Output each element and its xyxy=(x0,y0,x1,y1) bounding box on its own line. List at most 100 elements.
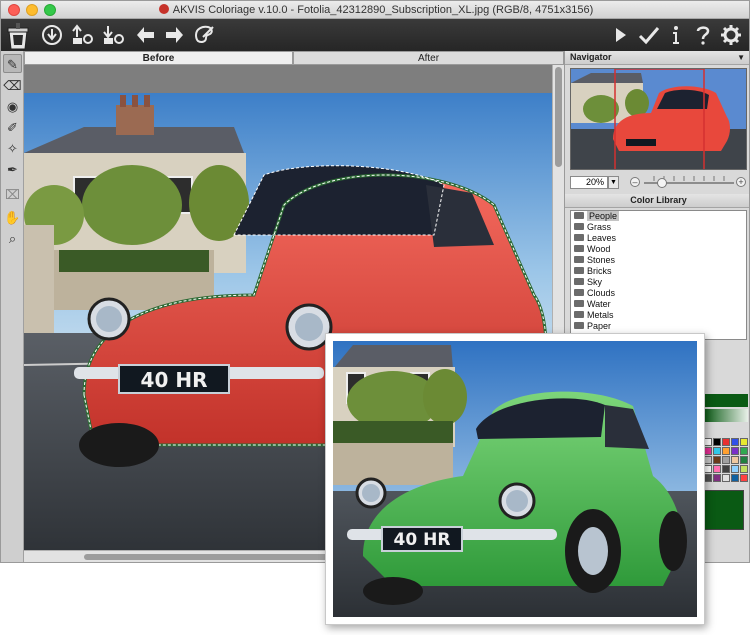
palette-swatch[interactable] xyxy=(704,438,712,446)
folder-icon xyxy=(574,278,584,285)
library-item-label: Metals xyxy=(587,310,614,320)
zoom-controls: 20% ▼ – + xyxy=(570,176,747,190)
palette-swatch[interactable] xyxy=(731,465,739,473)
brush-settings-icon[interactable] xyxy=(191,22,217,48)
folder-icon xyxy=(574,311,584,318)
palette-swatch[interactable] xyxy=(740,438,748,446)
tab-after[interactable]: After xyxy=(293,51,564,65)
info-icon[interactable] xyxy=(663,22,689,48)
magic-fill-tool-icon[interactable]: ✧ xyxy=(3,139,22,158)
library-item-wood[interactable]: Wood xyxy=(571,244,746,255)
library-item-people[interactable]: People xyxy=(571,211,746,222)
window-title-text: AKVIS Coloriage v.10.0 - Fotolia_4231289… xyxy=(172,4,594,16)
redo-arrow-icon[interactable] xyxy=(161,22,187,48)
folder-icon xyxy=(574,300,584,307)
vertical-scroll-thumb[interactable] xyxy=(555,67,562,167)
after-plate-text: 40 HR xyxy=(394,530,451,550)
palette-swatch[interactable] xyxy=(713,438,721,446)
folder-icon xyxy=(574,212,584,219)
hand-tool-icon[interactable]: ✋ xyxy=(3,208,22,227)
library-item-bricks[interactable]: Bricks xyxy=(571,266,746,277)
zoom-tool-icon[interactable]: ⌕ xyxy=(3,229,22,248)
palette-swatch[interactable] xyxy=(740,474,748,482)
zoom-out-icon[interactable]: – xyxy=(630,177,640,187)
chain-stroke-tool-icon[interactable]: ✐ xyxy=(3,118,22,137)
palette-swatch[interactable] xyxy=(731,447,739,455)
palette-swatch[interactable] xyxy=(713,447,721,455)
library-item-sky[interactable]: Sky xyxy=(571,277,746,288)
color-library-title: Color Library xyxy=(630,195,687,205)
library-item-metals[interactable]: Metals xyxy=(571,310,746,321)
apply-check-icon[interactable] xyxy=(636,22,662,48)
navigator-menu-icon[interactable]: ▼ xyxy=(737,51,745,64)
eyedropper-tool-icon[interactable]: ✒ xyxy=(3,160,22,179)
folder-icon xyxy=(574,267,584,274)
library-item-label: Sky xyxy=(587,277,603,287)
palette-swatch[interactable] xyxy=(731,474,739,482)
load-strokes-icon[interactable] xyxy=(100,22,126,48)
library-item-clouds[interactable]: Clouds xyxy=(571,288,746,299)
library-item-leaves[interactable]: Leaves xyxy=(571,233,746,244)
pencil-tool-icon[interactable]: ✎ xyxy=(3,54,22,73)
view-tabs: Before After xyxy=(24,51,564,65)
save-strokes-icon[interactable] xyxy=(69,22,95,48)
color-library-header: Color Library xyxy=(565,194,749,208)
palette-swatch[interactable] xyxy=(713,456,721,464)
folder-icon xyxy=(574,256,584,263)
palette-swatch[interactable] xyxy=(740,447,748,455)
undo-arrow-icon[interactable] xyxy=(133,22,159,48)
paint-bucket-logo-icon xyxy=(4,20,32,50)
akvis-logo-icon xyxy=(158,4,169,14)
library-item-water[interactable]: Water xyxy=(571,299,746,310)
library-item-stones[interactable]: Stones xyxy=(571,255,746,266)
zoom-dropdown-icon[interactable]: ▼ xyxy=(608,176,619,189)
library-item-paper[interactable]: Paper xyxy=(571,321,746,332)
palette-swatch[interactable] xyxy=(722,456,730,464)
window-title: AKVIS Coloriage v.10.0 - Fotolia_4231289… xyxy=(1,4,749,16)
settings-gear-icon[interactable] xyxy=(718,22,744,48)
tools-panel: ✎ ⌫ ◉ ✐ ✧ ✒ ⌧ ✋ ⌕ xyxy=(1,51,24,562)
keep-color-tool-icon[interactable]: ◉ xyxy=(3,97,22,116)
navigator-thumbnail xyxy=(571,69,746,169)
palette-swatch[interactable] xyxy=(740,465,748,473)
zoom-in-icon[interactable]: + xyxy=(736,177,746,187)
folder-icon xyxy=(574,234,584,241)
color-palette[interactable] xyxy=(704,438,748,486)
palette-swatch[interactable] xyxy=(704,474,712,482)
open-file-icon[interactable] xyxy=(39,22,65,48)
palette-swatch[interactable] xyxy=(722,438,730,446)
zoom-slider-knob[interactable] xyxy=(657,178,667,188)
palette-swatch[interactable] xyxy=(740,456,748,464)
help-icon[interactable] xyxy=(690,22,716,48)
after-photo: 40 HR xyxy=(333,341,697,617)
color-library-list[interactable]: People Grass Leaves Wood Stones Bricks Sky Clou… xyxy=(570,210,747,340)
palette-swatch[interactable] xyxy=(731,456,739,464)
navigator-title: Navigator xyxy=(570,52,612,62)
eraser-tool-icon[interactable]: ⌫ xyxy=(3,76,22,95)
navigator-preview[interactable] xyxy=(570,68,747,170)
selected-color-swatch[interactable] xyxy=(704,490,744,530)
palette-swatch[interactable] xyxy=(722,474,730,482)
library-item-label: People xyxy=(587,211,620,221)
palette-swatch[interactable] xyxy=(704,456,712,464)
color-gradient-strip[interactable] xyxy=(704,394,748,424)
run-play-icon[interactable] xyxy=(607,22,633,48)
after-result-card: 40 HR xyxy=(325,333,705,625)
palette-swatch[interactable] xyxy=(713,474,721,482)
zoom-value-field[interactable]: 20% xyxy=(570,176,608,189)
palette-swatch[interactable] xyxy=(731,438,739,446)
navigator-header: Navigator ▼ xyxy=(565,51,749,65)
palette-swatch[interactable] xyxy=(713,465,721,473)
palette-swatch[interactable] xyxy=(722,447,730,455)
palette-swatch[interactable] xyxy=(704,447,712,455)
palette-swatch[interactable] xyxy=(704,465,712,473)
tab-before[interactable]: Before xyxy=(24,51,293,65)
stroke-eraser-tool-icon[interactable]: ⌧ xyxy=(3,185,22,204)
library-item-label: Clouds xyxy=(587,288,616,298)
palette-swatch[interactable] xyxy=(722,465,730,473)
library-item-grass[interactable]: Grass xyxy=(571,222,746,233)
library-item-label: Water xyxy=(587,299,611,309)
library-item-label: Grass xyxy=(587,222,612,232)
folder-icon xyxy=(574,322,584,329)
library-item-label: Wood xyxy=(587,244,611,254)
